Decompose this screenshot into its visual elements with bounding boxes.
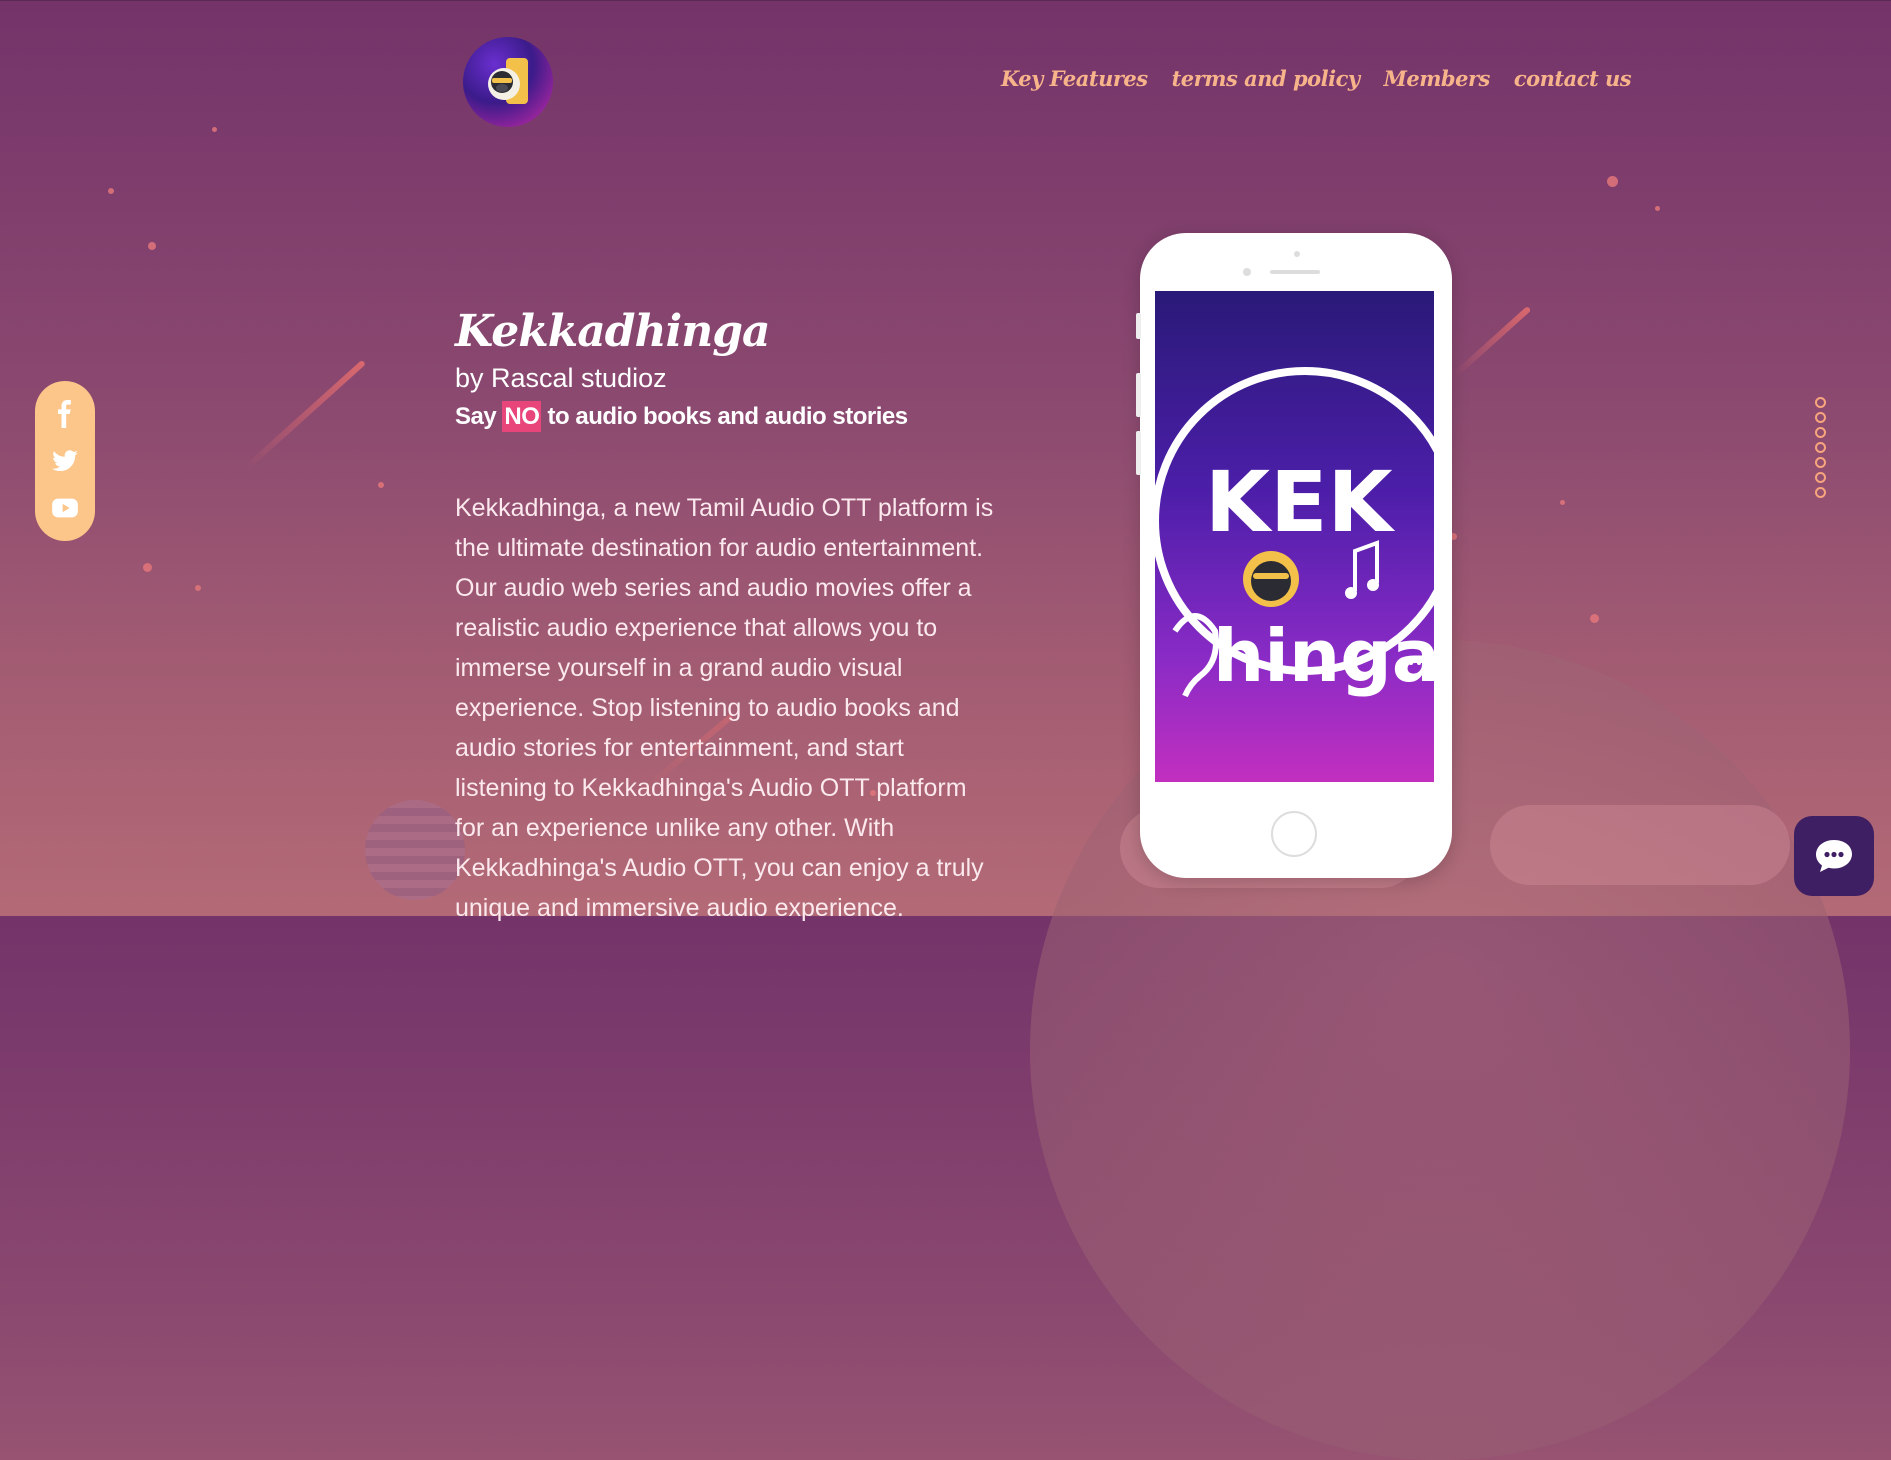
- hero-description: Kekkadhinga, a new Tamil Audio OTT platf…: [455, 494, 994, 922]
- star-decor: [1607, 176, 1618, 187]
- splash-text-bottom: hinga: [1213, 614, 1434, 698]
- star-decor: [148, 242, 156, 250]
- star-decor: [1560, 500, 1565, 505]
- phone-sensor: [1294, 251, 1300, 257]
- section-pager: [1815, 397, 1826, 498]
- main-nav: Key Features terms and policy Members co…: [1001, 66, 1632, 91]
- meteor-decor: [1452, 305, 1532, 378]
- hero-byline: by Rascal studioz: [455, 363, 667, 393]
- chat-button[interactable]: [1794, 816, 1874, 896]
- phone-side-button: [1136, 313, 1141, 339]
- youtube-icon[interactable]: [51, 494, 79, 522]
- chat-icon: [1816, 840, 1852, 872]
- pager-dot[interactable]: [1815, 412, 1826, 423]
- phone-home-button: [1271, 811, 1317, 857]
- pager-dot[interactable]: [1815, 427, 1826, 438]
- social-bar: [35, 381, 95, 541]
- star-decor: [1590, 614, 1599, 623]
- phone-camera: [1243, 268, 1251, 276]
- star-decor: [195, 585, 201, 591]
- pager-dot[interactable]: [1815, 397, 1826, 408]
- phone-speaker: [1270, 270, 1320, 274]
- top-border: [0, 0, 1891, 1]
- moon-decor: [365, 800, 465, 900]
- tagline-pre: Say: [455, 403, 503, 430]
- star-decor: [1655, 206, 1660, 211]
- star-decor: [212, 127, 217, 132]
- tagline-post: to audio books and audio stories: [541, 403, 909, 430]
- hero-tagline: Say NO to audio books and audio stories: [455, 401, 909, 432]
- nav-members[interactable]: Members: [1384, 66, 1491, 91]
- nav-terms-and-policy[interactable]: terms and policy: [1172, 66, 1360, 91]
- site-logo[interactable]: [463, 37, 553, 127]
- phone-side-button: [1136, 373, 1141, 417]
- cloud-decor: [1490, 805, 1790, 885]
- pager-dot[interactable]: [1815, 472, 1826, 483]
- nav-contact-us[interactable]: contact us: [1514, 66, 1632, 91]
- gorilla-logo-icon: [488, 58, 528, 104]
- tagline-highlight: NO: [502, 401, 542, 432]
- star-decor: [378, 482, 384, 488]
- pager-dot[interactable]: [1815, 442, 1826, 453]
- phone-screen: KEK hinga: [1155, 291, 1434, 782]
- pager-dot[interactable]: [1815, 487, 1826, 498]
- facebook-icon[interactable]: [51, 400, 79, 428]
- meteor-decor: [242, 359, 366, 472]
- splash-text-top: KEK: [1205, 453, 1395, 551]
- pager-dot[interactable]: [1815, 457, 1826, 468]
- phone-mockup: KEK hinga: [1136, 233, 1452, 878]
- app-splash-art: KEK hinga: [1155, 367, 1434, 698]
- star-decor: [143, 563, 152, 572]
- hero-title: Kekkadhinga: [455, 306, 770, 357]
- nav-key-features[interactable]: Key Features: [1001, 66, 1148, 91]
- star-decor: [108, 188, 114, 194]
- phone-side-button: [1136, 431, 1141, 475]
- twitter-icon[interactable]: [51, 447, 79, 475]
